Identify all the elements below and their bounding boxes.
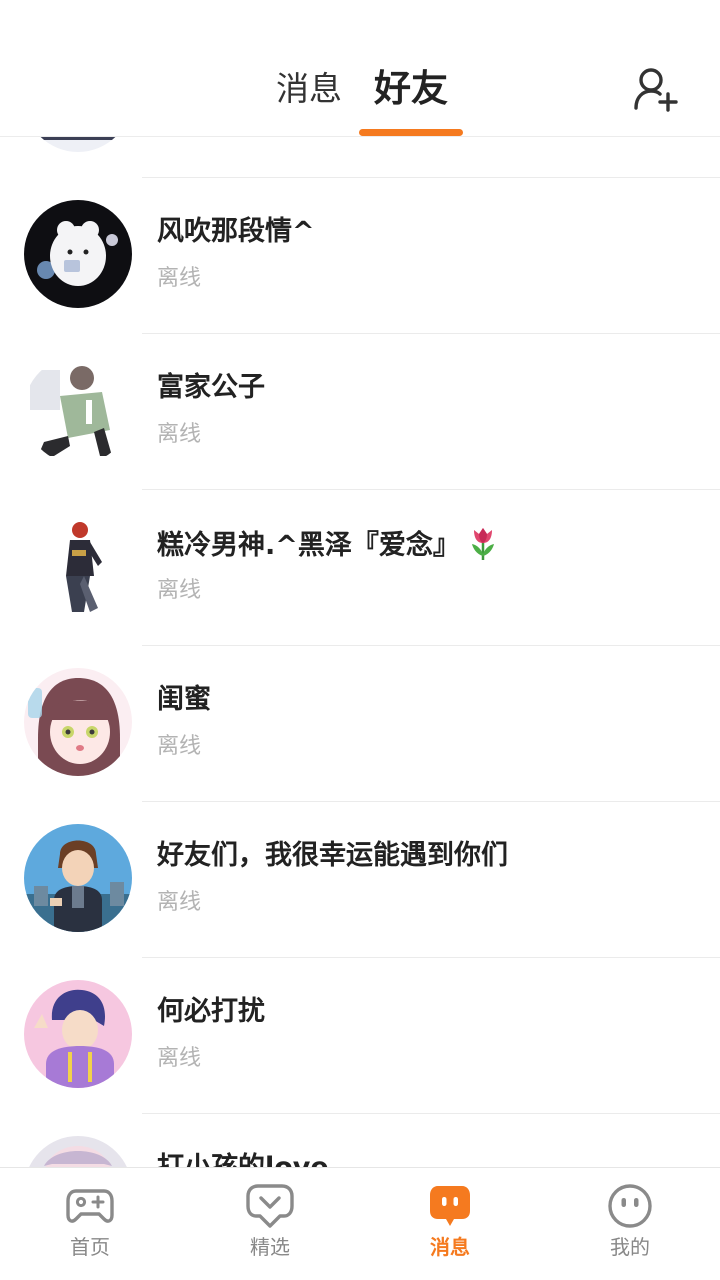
add-friend-button[interactable]	[628, 62, 682, 116]
avatar	[24, 356, 132, 464]
tab-messages[interactable]: 消息	[270, 64, 348, 114]
nav-featured[interactable]: 精选	[180, 1168, 360, 1280]
tulip-emoji-icon	[471, 528, 494, 560]
friend-row[interactable]: 闺蜜 离线	[0, 646, 720, 802]
friend-row[interactable]: 糕冷男神.^黑泽『爱念』 离线	[0, 490, 720, 646]
friend-status: 离线	[157, 1046, 202, 1071]
nav-label: 消息	[430, 1235, 470, 1259]
nav-label: 首页	[70, 1235, 110, 1259]
tab-friends[interactable]: 好友	[366, 64, 456, 114]
gamepad-icon	[66, 1189, 114, 1223]
avatar	[24, 1136, 132, 1167]
friend-status: 离线	[157, 890, 202, 915]
bottom-navigation: 首页 精选 消息 我的	[0, 1167, 720, 1280]
avatar	[24, 512, 132, 620]
nav-me[interactable]: 我的	[540, 1168, 720, 1280]
friend-name: 富家公子	[157, 372, 265, 403]
friend-name: 好友们，我很幸运能遇到你们	[157, 840, 508, 871]
friend-row[interactable]: 风吹那段情^ 离线	[0, 178, 720, 334]
friend-name: 何必打扰	[157, 996, 265, 1027]
heart-chat-icon	[246, 1184, 294, 1228]
app-root: 消息 好友 风吹那段情^ 离线 富家公子 离线 糕冷男神.^黑泽『爱念』 离线 …	[0, 0, 720, 1280]
friend-name: 闺蜜	[157, 684, 211, 715]
friend-name: 打小孩的love	[157, 1150, 329, 1167]
avatar	[24, 200, 132, 308]
friend-status: 离线	[157, 266, 202, 291]
friends-list: 风吹那段情^ 离线 富家公子 离线 糕冷男神.^黑泽『爱念』 离线 闺蜜 离线 …	[0, 137, 720, 1167]
friend-row[interactable]	[0, 137, 720, 178]
header: 消息 好友	[0, 0, 720, 137]
nav-home[interactable]: 首页	[0, 1168, 180, 1280]
avatar	[24, 980, 132, 1088]
friend-row[interactable]: 何必打扰 离线	[0, 958, 720, 1114]
avatar	[24, 137, 132, 152]
friend-name: 糕冷男神.^黑泽『爱念』	[157, 526, 500, 564]
nav-label: 精选	[250, 1235, 290, 1259]
nav-messages[interactable]: 消息	[360, 1168, 540, 1280]
avatar	[24, 824, 132, 932]
avatar	[24, 668, 132, 776]
friend-status: 离线	[157, 422, 202, 447]
friend-row[interactable]: 富家公子 离线	[0, 334, 720, 490]
friend-row[interactable]: 打小孩的love	[0, 1114, 720, 1167]
friend-status: 离线	[157, 734, 202, 759]
smiley-face-icon	[608, 1184, 652, 1228]
friend-row[interactable]: 好友们，我很幸运能遇到你们 离线	[0, 802, 720, 958]
friend-name: 风吹那段情^	[157, 216, 315, 247]
add-user-icon	[634, 68, 678, 112]
friend-status: 离线	[157, 578, 202, 603]
nav-label: 我的	[610, 1235, 650, 1259]
active-tab-indicator	[359, 129, 463, 136]
chat-bubble-icon	[430, 1186, 470, 1226]
